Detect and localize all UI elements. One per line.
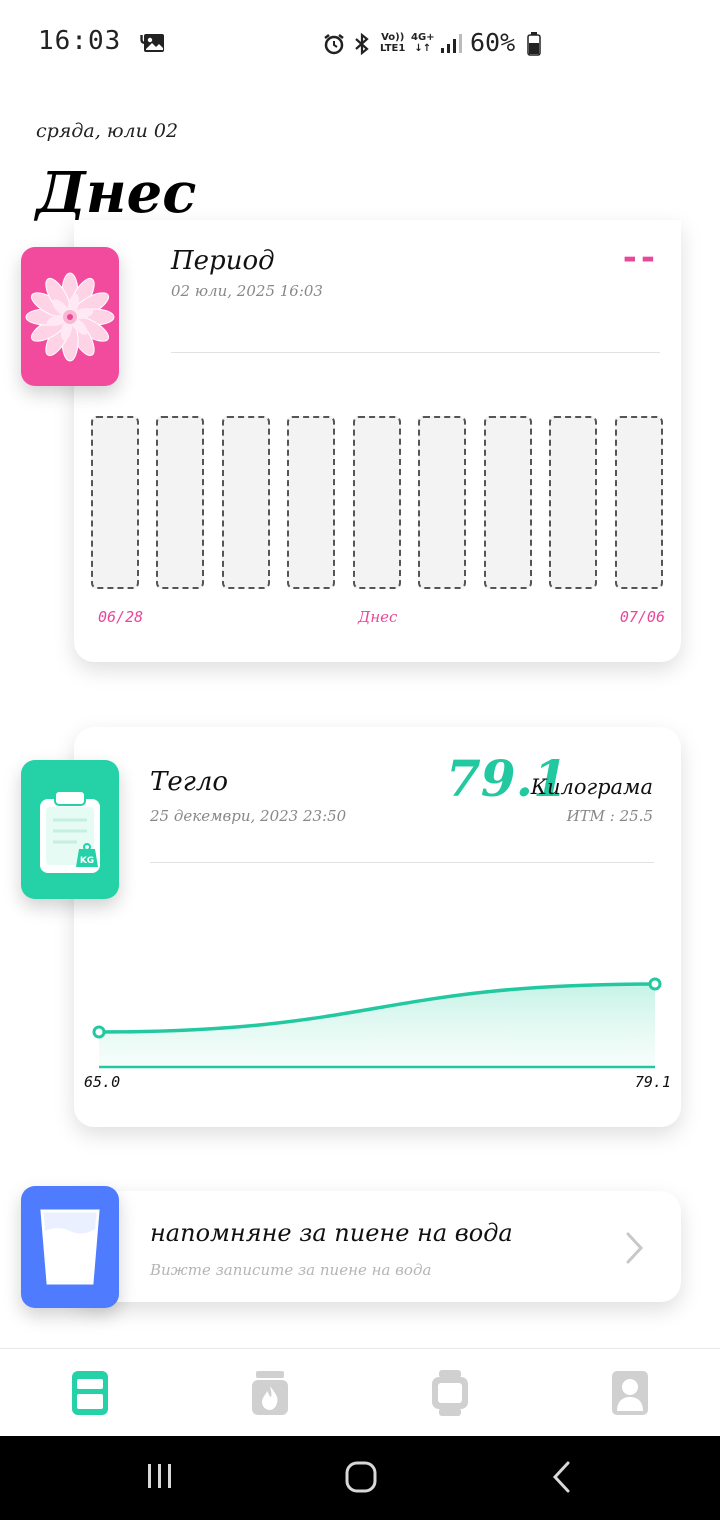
flower-icon bbox=[25, 272, 115, 361]
period-divider bbox=[171, 352, 660, 353]
period-timestamp: 02 юли, 2025 16:03 bbox=[171, 282, 323, 300]
watch-icon[interactable] bbox=[430, 1369, 470, 1417]
battery-icon bbox=[527, 32, 541, 56]
home-icon[interactable] bbox=[70, 1369, 110, 1417]
weight-chart-area bbox=[99, 984, 655, 1067]
signal-icon bbox=[441, 34, 462, 53]
period-bar bbox=[287, 416, 335, 589]
weight-chart bbox=[92, 977, 662, 1069]
water-glass-icon bbox=[40, 1209, 100, 1285]
weight-title: Тегло bbox=[150, 767, 229, 797]
weight-timestamp: 25 декември, 2023 23:50 bbox=[150, 807, 347, 825]
water-subtitle: Вижте записите за пиене на вода bbox=[150, 1261, 432, 1279]
period-bar bbox=[615, 416, 663, 589]
period-bar bbox=[91, 416, 139, 589]
battery-percent: 60% bbox=[470, 28, 516, 57]
period-value: -- bbox=[622, 238, 659, 278]
clipboard-kg-icon: KG bbox=[40, 789, 100, 873]
svg-text:KG: KG bbox=[80, 856, 94, 866]
profile-icon[interactable] bbox=[610, 1369, 650, 1417]
weight-unit: Килограма bbox=[530, 775, 653, 799]
period-axis-start: 06/28 bbox=[98, 608, 144, 626]
weight-chart-point bbox=[648, 977, 662, 991]
period-bar bbox=[418, 416, 466, 589]
home-button-icon[interactable] bbox=[344, 1460, 378, 1494]
water-title: напомняне за пиене на вода bbox=[150, 1219, 513, 1247]
calories-icon[interactable] bbox=[250, 1369, 290, 1417]
weight-bmi: ИТМ : 25.5 bbox=[566, 807, 653, 825]
status-bar: 16:03 ч. Vo)) LTE1 4G+ ↓↑ 60% bbox=[0, 0, 720, 86]
period-bar bbox=[353, 416, 401, 589]
gallery-icon bbox=[144, 34, 164, 52]
period-bars bbox=[91, 416, 663, 591]
period-bar bbox=[484, 416, 532, 589]
period-bar bbox=[549, 416, 597, 589]
page-title: Днес bbox=[36, 160, 197, 226]
water-reminder-card[interactable]: напомняне за пиене на вода Вижте записит… bbox=[74, 1191, 681, 1302]
system-nav-bar bbox=[0, 1436, 720, 1520]
period-axis-end: 07/06 bbox=[619, 608, 665, 626]
data-type-indicator: 4G+ ↓↑ bbox=[411, 32, 435, 54]
period-axis-today: Днес bbox=[358, 608, 398, 626]
period-bar bbox=[222, 416, 270, 589]
back-icon[interactable] bbox=[550, 1460, 574, 1494]
chevron-right-icon[interactable] bbox=[625, 1231, 645, 1265]
alarm-icon bbox=[324, 34, 344, 55]
period-bar bbox=[156, 416, 204, 589]
weight-axis-end: 79.1 bbox=[634, 1073, 671, 1091]
weight-axis-start: 65.0 bbox=[84, 1073, 121, 1091]
period-title: Период bbox=[171, 246, 275, 276]
weight-badge[interactable]: KG bbox=[21, 760, 119, 899]
weight-card[interactable]: Тегло 25 декември, 2023 23:50 79.1 Килог… bbox=[74, 727, 681, 1127]
weight-divider bbox=[150, 862, 654, 863]
period-card[interactable]: Период 02 юли, 2025 16:03 -- 06/28 Днес … bbox=[74, 220, 681, 662]
recent-apps-icon[interactable] bbox=[146, 1462, 174, 1490]
current-date: сряда, юли 02 bbox=[36, 120, 179, 142]
bluetooth-icon bbox=[355, 32, 369, 56]
volte-indicator: Vo)) LTE1 bbox=[380, 32, 406, 54]
weight-chart-point bbox=[92, 1025, 106, 1039]
water-badge[interactable] bbox=[21, 1186, 119, 1308]
period-badge[interactable] bbox=[21, 247, 119, 386]
bottom-nav bbox=[0, 1348, 720, 1437]
